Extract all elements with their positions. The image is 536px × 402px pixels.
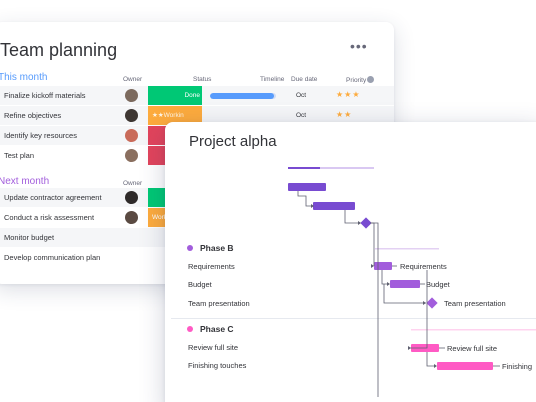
milestone-team-presentation[interactable] [426, 297, 438, 309]
status-cell[interactable]: Done [148, 86, 202, 105]
bar-label-team-presentation: Team presentation [444, 299, 506, 308]
item-name[interactable]: Finalize kickoff materials [4, 91, 86, 100]
gantt-bar-finishing-touches[interactable] [437, 362, 493, 370]
bar-label-budget: Budget [426, 280, 451, 289]
priority-stars[interactable]: ★★ [336, 110, 352, 119]
timeline-fill [210, 93, 275, 99]
gantt-bar-requirements[interactable] [374, 262, 392, 270]
avatar[interactable] [125, 191, 138, 204]
priority-label: Priority [346, 77, 367, 84]
avatar[interactable] [125, 89, 138, 102]
bar-label-review-full-site: Review full site [447, 344, 497, 353]
gantt-bar-phase-a-1[interactable] [288, 183, 326, 191]
table-row[interactable]: Finalize kickoff materials Done Oct ★★★ [0, 86, 394, 105]
item-name[interactable]: Conduct a risk assessment [4, 213, 94, 222]
phase-a-summary-progress [288, 167, 320, 169]
avatar[interactable] [125, 129, 138, 142]
item-name[interactable]: Update contractor agreement [4, 193, 102, 202]
column-header-status: Status [193, 76, 212, 83]
column-header-owner: Owner [123, 76, 143, 83]
board-title: Team planning [0, 40, 118, 60]
phase-c-summary-track [411, 329, 536, 331]
bar-label-requirements: Requirements [400, 262, 447, 271]
more-options-icon[interactable]: ••• [350, 38, 368, 54]
item-name[interactable]: Develop communication plan [4, 253, 100, 262]
column-header-due-date: Due date [291, 76, 318, 83]
group-title-next-month[interactable]: Next month [0, 176, 49, 187]
avatar[interactable] [125, 149, 138, 162]
priority-stars[interactable]: ★★★ [336, 90, 361, 99]
column-header-owner: Owner [123, 180, 143, 187]
group-title-this-month[interactable]: This month [0, 72, 47, 83]
item-name[interactable]: Test plan [4, 151, 34, 160]
project-alpha-gantt: Project alpha Phase B Requirements Budge… [165, 122, 536, 402]
gantt-bar-budget[interactable] [390, 280, 420, 288]
milestone-diamond[interactable] [360, 217, 372, 229]
due-date[interactable]: Oct [296, 112, 306, 119]
gantt-chart: Requirements Budget Team presentation Re… [288, 167, 536, 397]
due-date[interactable]: Oct [296, 92, 306, 99]
item-name[interactable]: Identify key resources [4, 131, 77, 140]
column-header-priority: Priority [346, 76, 375, 84]
phase-b-summary-track [375, 248, 439, 250]
item-name[interactable]: Refine objectives [4, 111, 61, 120]
bar-label-finishing-touches: Finishing [502, 362, 532, 371]
item-name[interactable]: Monitor budget [4, 233, 54, 242]
avatar[interactable] [125, 109, 138, 122]
avatar[interactable] [125, 211, 138, 224]
column-header-timeline: Timeline [260, 76, 285, 83]
gantt-bar-phase-a-2[interactable] [313, 202, 355, 210]
info-icon[interactable] [367, 76, 375, 83]
timeline-bar[interactable] [210, 93, 276, 99]
